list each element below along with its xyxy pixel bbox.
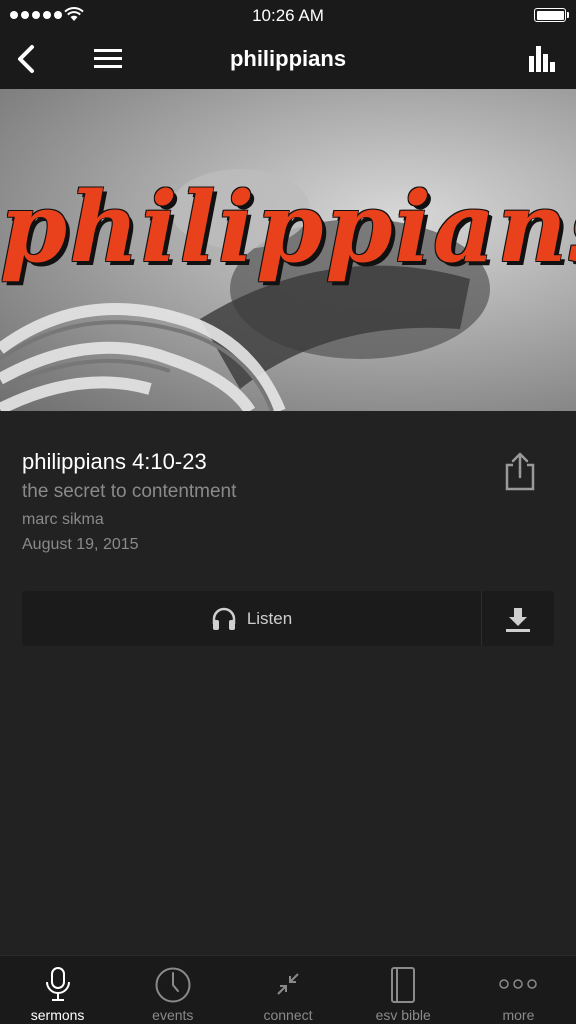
tab-label: events [152, 1007, 194, 1023]
tab-connect[interactable]: connect [230, 956, 345, 1024]
microphone-icon [45, 967, 70, 1001]
tab-esv-bible[interactable]: esv bible [346, 956, 461, 1024]
battery-icon [534, 8, 569, 22]
sermon-title: philippians 4:10-23 [22, 449, 207, 474]
share-icon[interactable] [502, 451, 538, 493]
series-title-artwork: philippians [0, 171, 576, 284]
clock-icon [155, 967, 191, 1003]
tab-label: more [502, 1007, 535, 1023]
download-icon [506, 607, 530, 632]
listen-label: Listen [246, 608, 293, 628]
sermon-speaker: marc sikma [22, 511, 104, 528]
tab-bar: sermons events connect esv bible more [0, 955, 576, 1024]
listen-button[interactable]: Listen [22, 591, 482, 646]
download-button[interactable] [482, 591, 554, 646]
connect-arrows-icon [277, 973, 299, 995]
headphones-icon [212, 607, 236, 630]
sermon-subtitle: the secret to contentment [22, 481, 237, 502]
page-title: philippians [229, 46, 347, 71]
sermon-series-artwork: philippians [0, 89, 576, 411]
tab-more[interactable]: more [461, 956, 576, 1024]
tab-label: sermons [30, 1007, 85, 1023]
status-time: 10:26 AM [252, 6, 324, 25]
tab-label: esv bible [375, 1007, 431, 1023]
tab-sermons[interactable]: sermons [0, 956, 115, 1024]
tab-label: connect [263, 1007, 313, 1023]
tab-events[interactable]: events [115, 956, 230, 1024]
more-dots-icon [499, 979, 538, 989]
sermon-details: philippians 4:10-23 the secret to conten… [0, 411, 576, 581]
status-bar: 10:26 AM [0, 0, 576, 30]
bar-chart-icon[interactable] [526, 44, 556, 74]
book-icon [391, 967, 416, 1003]
sermon-date: August 19, 2015 [22, 536, 139, 553]
nav-bar: philippians [0, 30, 576, 89]
media-action-bar: Listen [22, 591, 554, 646]
